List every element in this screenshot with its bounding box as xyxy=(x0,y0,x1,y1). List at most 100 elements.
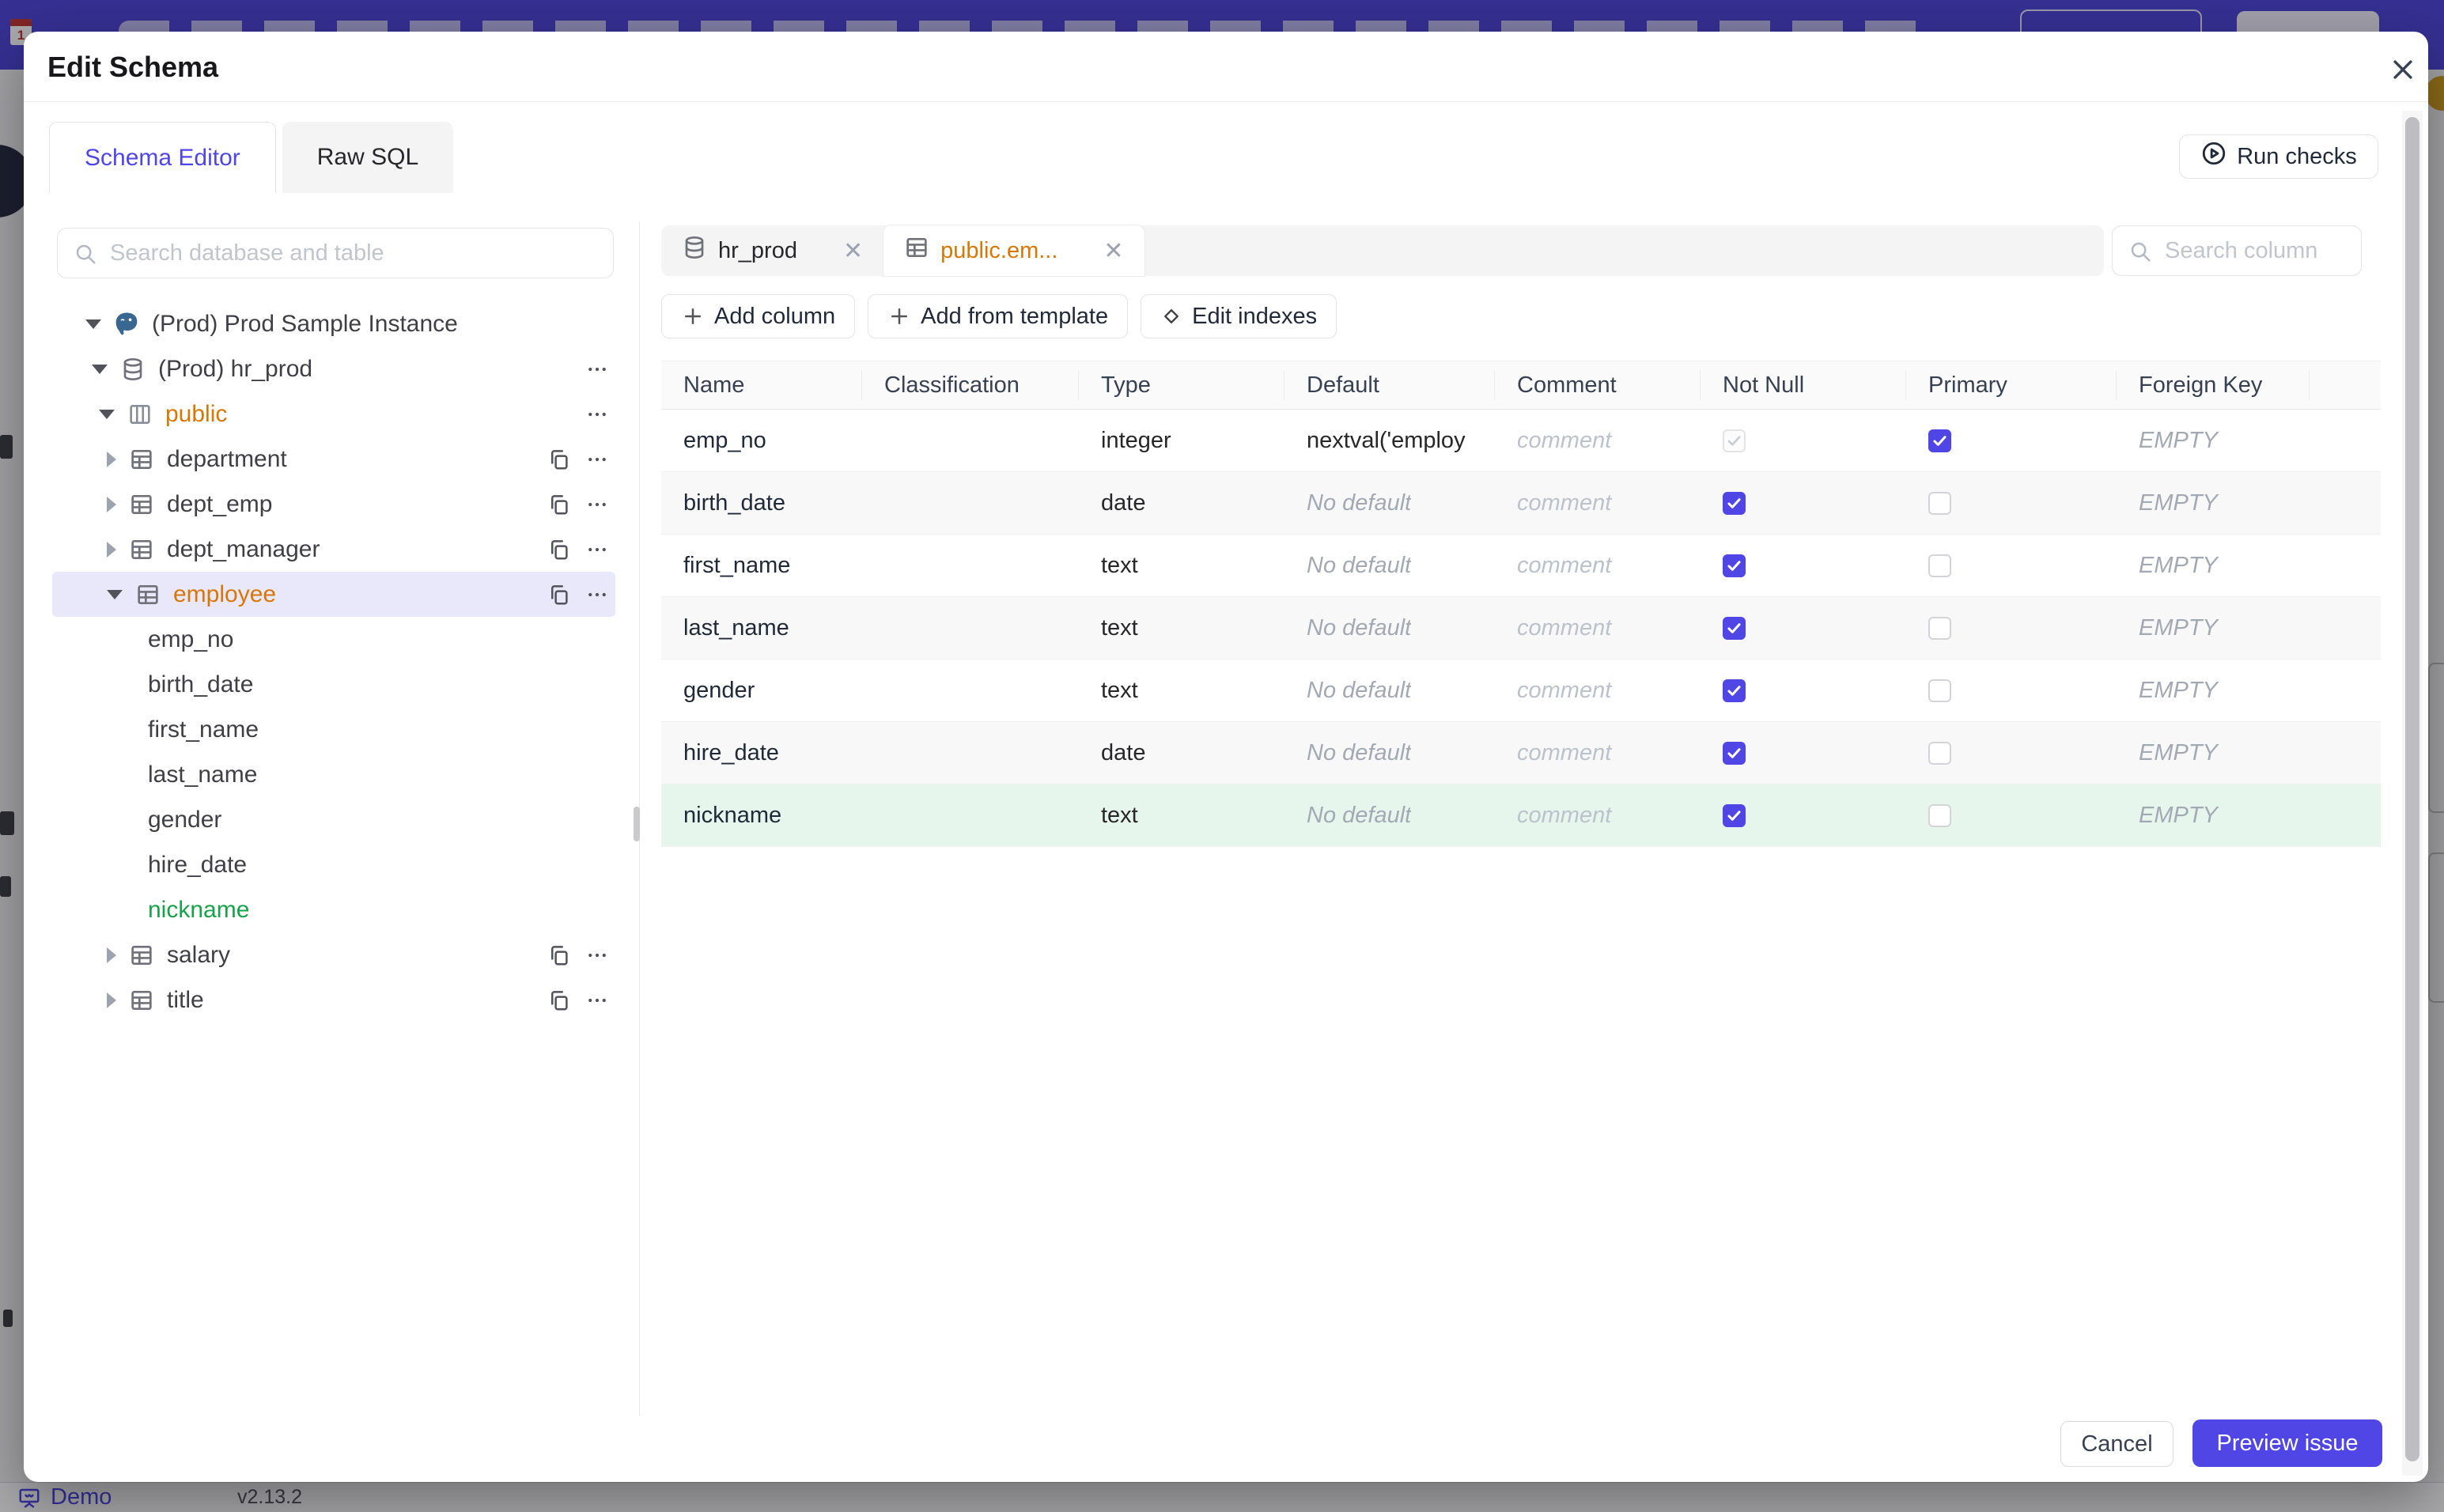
more-icon[interactable] xyxy=(585,493,609,516)
tree-item-employee[interactable]: employee xyxy=(24,572,639,617)
comment-cell[interactable]: comment xyxy=(1495,660,1701,721)
not-null-checkbox[interactable] xyxy=(1723,429,1746,452)
more-icon[interactable] xyxy=(585,943,609,967)
database-search-input[interactable] xyxy=(58,229,613,278)
primary-checkbox[interactable] xyxy=(1928,803,1951,827)
tree-item-last-name[interactable]: last_name xyxy=(24,752,639,797)
not-null-checkbox[interactable] xyxy=(1723,554,1746,577)
primary-checkbox[interactable] xyxy=(1928,429,1951,452)
tree-item-hire-date[interactable]: hire_date xyxy=(24,842,639,887)
classification-cell[interactable] xyxy=(862,784,1079,846)
copy-icon[interactable] xyxy=(547,538,571,561)
cancel-button[interactable]: Cancel xyxy=(2060,1421,2173,1467)
caret-icon[interactable] xyxy=(107,992,116,1008)
tree-item-emp-no[interactable]: emp_no xyxy=(24,617,639,662)
classification-cell[interactable] xyxy=(862,660,1079,721)
tab-schema-editor[interactable]: Schema Editor xyxy=(49,122,276,193)
caret-icon[interactable] xyxy=(99,409,115,419)
close-tab-icon[interactable]: ✕ xyxy=(843,237,863,265)
tree-item-nickname[interactable]: nickname xyxy=(24,887,639,932)
column-name-cell[interactable]: gender xyxy=(661,660,862,721)
sidebar-scrollbar-thumb[interactable] xyxy=(634,807,640,841)
caret-icon[interactable] xyxy=(107,496,116,512)
caret-icon[interactable] xyxy=(107,541,116,558)
default-select[interactable]: No default xyxy=(1284,597,1495,659)
not-null-checkbox[interactable] xyxy=(1723,741,1746,765)
classification-cell[interactable] xyxy=(862,597,1079,659)
default-select[interactable]: nextval('employ xyxy=(1284,410,1495,471)
default-select[interactable]: No default xyxy=(1284,784,1495,846)
comment-cell[interactable]: comment xyxy=(1495,722,1701,784)
column-name-cell[interactable]: hire_date xyxy=(661,722,862,784)
close-tab-icon[interactable]: ✕ xyxy=(1103,237,1123,265)
column-name-cell[interactable]: emp_no xyxy=(661,410,862,471)
column-name-cell[interactable]: first_name xyxy=(661,535,862,596)
type-select[interactable]: integer xyxy=(1079,410,1284,471)
type-select[interactable]: text xyxy=(1079,597,1284,659)
copy-icon[interactable] xyxy=(547,493,571,516)
copy-icon[interactable] xyxy=(547,988,571,1012)
primary-checkbox[interactable] xyxy=(1928,741,1951,765)
primary-checkbox[interactable] xyxy=(1928,679,1951,702)
not-null-checkbox[interactable] xyxy=(1723,491,1746,515)
column-search-input[interactable] xyxy=(2113,226,2361,275)
tree-item-birth-date[interactable]: birth_date xyxy=(24,662,639,707)
edit-indexes-button[interactable]: Edit indexes xyxy=(1141,294,1337,338)
more-icon[interactable] xyxy=(585,583,609,607)
modal-scrollbar-thumb[interactable] xyxy=(2405,117,2419,1461)
primary-checkbox[interactable] xyxy=(1928,616,1951,640)
caret-icon[interactable] xyxy=(107,947,116,963)
more-icon[interactable] xyxy=(585,403,609,426)
comment-cell[interactable]: comment xyxy=(1495,597,1701,659)
tree-item-public[interactable]: public xyxy=(24,391,639,437)
tree-item--prod-prod-sample-instance[interactable]: (Prod) Prod Sample Instance xyxy=(24,301,639,346)
primary-checkbox[interactable] xyxy=(1928,491,1951,515)
not-null-checkbox[interactable] xyxy=(1723,616,1746,640)
editor-tab-public-employee[interactable]: public.em... ✕ xyxy=(883,225,1144,276)
caret-icon[interactable] xyxy=(107,451,116,467)
not-null-checkbox[interactable] xyxy=(1723,679,1746,702)
copy-icon[interactable] xyxy=(547,943,571,967)
tree-item-department[interactable]: department xyxy=(24,437,639,482)
classification-cell[interactable] xyxy=(862,410,1079,471)
more-icon[interactable] xyxy=(585,448,609,471)
tree-item--prod-hr-prod[interactable]: (Prod) hr_prod xyxy=(24,346,639,391)
more-icon[interactable] xyxy=(585,357,609,381)
primary-checkbox[interactable] xyxy=(1928,554,1951,577)
tree-item-title[interactable]: title xyxy=(24,977,639,1022)
default-select[interactable]: No default xyxy=(1284,660,1495,721)
type-select[interactable]: text xyxy=(1079,784,1284,846)
run-checks-button[interactable]: Run checks xyxy=(2179,134,2378,179)
more-icon[interactable] xyxy=(585,988,609,1012)
default-select[interactable]: No default xyxy=(1284,722,1495,784)
default-select[interactable]: No default xyxy=(1284,472,1495,534)
type-select[interactable]: date xyxy=(1079,722,1284,784)
comment-cell[interactable]: comment xyxy=(1495,784,1701,846)
type-select[interactable]: text xyxy=(1079,535,1284,596)
tab-raw-sql[interactable]: Raw SQL xyxy=(282,122,454,193)
comment-cell[interactable]: comment xyxy=(1495,472,1701,534)
tree-item-salary[interactable]: salary xyxy=(24,932,639,977)
caret-icon[interactable] xyxy=(92,364,108,374)
tree-item-dept-emp[interactable]: dept_emp xyxy=(24,482,639,527)
not-null-checkbox[interactable] xyxy=(1723,803,1746,827)
more-icon[interactable] xyxy=(585,538,609,561)
classification-cell[interactable] xyxy=(862,535,1079,596)
column-name-cell[interactable]: last_name xyxy=(661,597,862,659)
editor-tab-hr-prod[interactable]: hr_prod ✕ xyxy=(661,225,883,276)
type-select[interactable]: date xyxy=(1079,472,1284,534)
tree-item-gender[interactable]: gender xyxy=(24,797,639,842)
copy-icon[interactable] xyxy=(547,583,571,607)
column-name-cell[interactable]: birth_date xyxy=(661,472,862,534)
add-column-button[interactable]: Add column xyxy=(661,294,856,338)
comment-cell[interactable]: comment xyxy=(1495,410,1701,471)
default-select[interactable]: No default xyxy=(1284,535,1495,596)
comment-cell[interactable]: comment xyxy=(1495,535,1701,596)
type-select[interactable]: text xyxy=(1079,660,1284,721)
classification-cell[interactable] xyxy=(862,722,1079,784)
tree-item-first-name[interactable]: first_name xyxy=(24,707,639,752)
close-icon[interactable] xyxy=(2387,54,2419,85)
classification-cell[interactable] xyxy=(862,472,1079,534)
caret-icon[interactable] xyxy=(107,589,123,599)
tree-item-dept-manager[interactable]: dept_manager xyxy=(24,527,639,572)
